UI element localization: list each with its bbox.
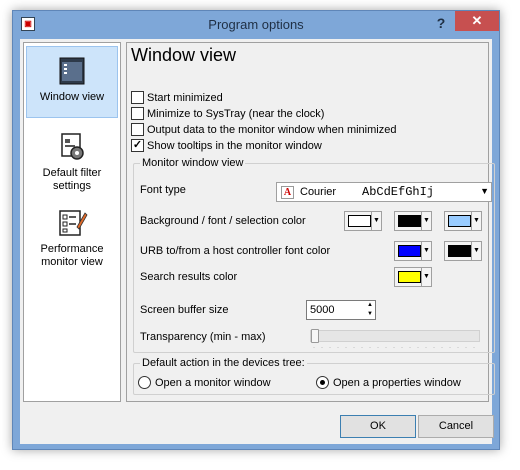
selection-color-picker[interactable]: ▼ xyxy=(444,211,482,231)
checkbox-box[interactable]: ✓ xyxy=(131,139,144,152)
font-preview: AbCdEfGhIj xyxy=(362,185,435,199)
screen-buffer-label: Screen buffer size xyxy=(140,304,229,316)
help-button[interactable]: ? xyxy=(429,13,453,33)
color-swatch xyxy=(448,245,471,257)
open-properties-window-radio[interactable]: Open a properties window xyxy=(316,376,461,389)
chevron-down-icon: ▼ xyxy=(421,242,431,260)
monitor-window-view-group: Monitor window view Font type A Courier … xyxy=(133,157,495,353)
search-results-color-picker[interactable]: ▼ xyxy=(394,267,432,287)
urb-to-color-picker[interactable]: ▼ xyxy=(394,241,432,261)
minimize-to-systray-checkbox[interactable]: Minimize to SysTray (near the clock) xyxy=(131,106,324,121)
monitor-window-icon xyxy=(59,57,85,85)
show-tooltips-checkbox[interactable]: ✓ Show tooltips in the monitor window xyxy=(131,138,322,153)
options-sidebar: Window view Default filter settings Perf… xyxy=(23,42,121,402)
checkbox-box[interactable] xyxy=(131,123,144,136)
search-results-color-label: Search results color xyxy=(140,271,238,283)
checkbox-box[interactable] xyxy=(131,91,144,104)
color-swatch xyxy=(398,245,421,257)
filter-settings-icon xyxy=(61,133,84,160)
chevron-down-icon: ▼ xyxy=(471,242,481,260)
chevron-down-icon: ▼ xyxy=(471,212,481,230)
spinner-arrows-icon[interactable]: ▲ ▼ xyxy=(365,301,375,319)
slider-ticks xyxy=(310,346,480,349)
color-swatch xyxy=(398,215,421,227)
radio-label: Open a monitor window xyxy=(155,376,271,389)
default-action-group: Default action in the devices tree: Open… xyxy=(133,357,495,395)
color-swatch xyxy=(348,215,371,227)
color-swatch xyxy=(448,215,471,227)
chevron-down-icon: ▼ xyxy=(421,268,431,286)
font-type-select[interactable]: A Courier AbCdEfGhIj ▼ xyxy=(276,182,492,202)
checkbox-box[interactable] xyxy=(131,107,144,120)
sidebar-item-label: Window view xyxy=(39,91,105,103)
checkbox-label: Output data to the monitor window when m… xyxy=(147,123,397,136)
screen-buffer-size-spinner[interactable]: 5000 ▲ ▼ xyxy=(306,300,376,320)
checkbox-label: Start minimized xyxy=(147,91,223,104)
start-minimized-checkbox[interactable]: Start minimized xyxy=(131,90,223,105)
background-color-picker[interactable]: ▼ xyxy=(344,211,382,231)
page-title: Window view xyxy=(131,45,237,65)
screen-buffer-value: 5000 xyxy=(310,304,335,316)
checkbox-label: Show tooltips in the monitor window xyxy=(147,139,322,152)
sidebar-item-performance-monitor[interactable]: Performance monitor view xyxy=(26,207,118,277)
window-title: Program options xyxy=(208,17,304,32)
background-color-label: Background / font / selection color xyxy=(140,215,306,227)
font-color-picker[interactable]: ▼ xyxy=(394,211,432,231)
dialog-client-area: Window view Default filter settings Perf… xyxy=(20,39,495,444)
ok-button[interactable]: OK xyxy=(340,415,416,438)
chevron-down-icon: ▼ xyxy=(421,212,431,230)
urb-from-color-picker[interactable]: ▼ xyxy=(444,241,482,261)
radio-button[interactable] xyxy=(138,376,151,389)
color-swatch xyxy=(398,271,421,283)
group-title: Default action in the devices tree: xyxy=(140,357,307,369)
font-type-label: Font type xyxy=(140,184,186,196)
sidebar-item-label: Default filter settings xyxy=(42,167,102,192)
title-bar[interactable]: ▣ Program options ? ✕ xyxy=(13,11,499,38)
sidebar-item-window-view[interactable]: Window view xyxy=(26,46,118,118)
chevron-down-icon: ▼ xyxy=(371,212,381,230)
transparency-slider[interactable] xyxy=(310,329,480,343)
sidebar-item-default-filter[interactable]: Default filter settings xyxy=(26,131,118,197)
urb-color-label: URB to/from a host controller font color xyxy=(140,245,331,257)
group-title: Monitor window view xyxy=(140,157,246,169)
window-view-panel: Window view Start minimized Minimize to … xyxy=(126,42,495,402)
font-name: Courier xyxy=(300,186,337,198)
checkbox-label: Minimize to SysTray (near the clock) xyxy=(147,107,325,120)
transparency-label: Transparency (min - max) xyxy=(140,331,266,343)
font-icon: A xyxy=(281,185,294,199)
slider-thumb[interactable] xyxy=(311,329,319,343)
program-options-dialog: ▣ Program options ? ✕ Window view Defaul… xyxy=(12,10,500,450)
close-button[interactable]: ✕ xyxy=(455,11,499,31)
radio-label: Open a properties window xyxy=(333,376,461,389)
output-when-minimized-checkbox[interactable]: Output data to the monitor window when m… xyxy=(131,122,396,137)
cancel-button[interactable]: Cancel xyxy=(418,415,494,438)
chevron-down-icon: ▼ xyxy=(480,186,489,196)
radio-button[interactable] xyxy=(316,376,329,389)
open-monitor-window-radio[interactable]: Open a monitor window xyxy=(138,376,271,389)
sidebar-item-label: Performance monitor view xyxy=(40,243,104,268)
performance-monitor-icon xyxy=(59,210,88,236)
